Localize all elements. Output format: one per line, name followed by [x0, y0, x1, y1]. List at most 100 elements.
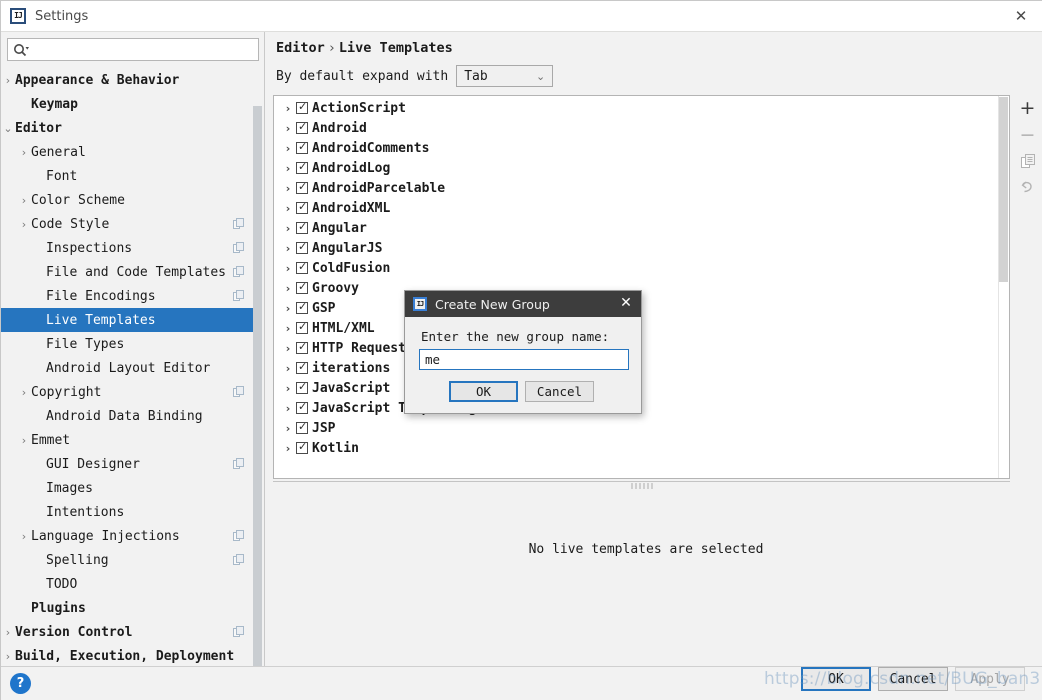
template-group-row[interactable]: ›✓ActionScript	[274, 98, 1009, 118]
sidebar-item-build-execution-deployment[interactable]: ›Build, Execution, Deployment	[1, 644, 256, 666]
sidebar-item-emmet[interactable]: ›Emmet	[1, 428, 256, 452]
group-checkbox[interactable]: ✓	[296, 322, 308, 334]
chevron-right-icon[interactable]: ›	[280, 402, 296, 415]
template-group-row[interactable]: ›✓AngularJS	[274, 238, 1009, 258]
sidebar-item-appearance-behavior[interactable]: ›Appearance & Behavior	[1, 68, 256, 92]
chevron-right-icon[interactable]: ›	[17, 146, 31, 159]
chevron-right-icon[interactable]: ›	[280, 342, 296, 355]
group-checkbox[interactable]: ✓	[296, 102, 308, 114]
sidebar-item-gui-designer[interactable]: GUI Designer	[1, 452, 256, 476]
sidebar-item-file-types[interactable]: File Types	[1, 332, 256, 356]
chevron-right-icon[interactable]: ›	[17, 530, 31, 543]
sidebar-item-images[interactable]: Images	[1, 476, 256, 500]
expand-with-select[interactable]: Tab ⌄	[456, 65, 553, 87]
add-button[interactable]: +	[1013, 95, 1042, 122]
chevron-right-icon[interactable]: ›	[280, 322, 296, 335]
template-group-row[interactable]: ›✓AndroidParcelable	[274, 178, 1009, 198]
group-name-input[interactable]	[419, 349, 629, 370]
template-group-row[interactable]: ›✓Android	[274, 118, 1009, 138]
modal-close-icon[interactable]: ✕	[617, 294, 635, 312]
sidebar-item-intentions[interactable]: Intentions	[1, 500, 256, 524]
group-checkbox[interactable]: ✓	[296, 342, 308, 354]
template-group-row[interactable]: ›✓AndroidXML	[274, 198, 1009, 218]
group-checkbox[interactable]: ✓	[296, 442, 308, 454]
sidebar-item-file-encodings[interactable]: File Encodings	[1, 284, 256, 308]
chevron-right-icon[interactable]: ›	[280, 162, 296, 175]
group-checkbox[interactable]: ✓	[296, 122, 308, 134]
sidebar-item-color-scheme[interactable]: ›Color Scheme	[1, 188, 256, 212]
sidebar-item-android-layout-editor[interactable]: Android Layout Editor	[1, 356, 256, 380]
group-checkbox[interactable]: ✓	[296, 222, 308, 234]
chevron-right-icon[interactable]: ›	[17, 434, 31, 447]
template-group-row[interactable]: ›✓JSP	[274, 418, 1009, 438]
chevron-right-icon[interactable]: ›	[280, 122, 296, 135]
chevron-right-icon[interactable]: ›	[280, 382, 296, 395]
chevron-right-icon[interactable]: ›	[280, 442, 296, 455]
chevron-right-icon[interactable]: ›	[1, 74, 15, 87]
group-checkbox[interactable]: ✓	[296, 382, 308, 394]
chevron-right-icon[interactable]: ›	[280, 362, 296, 375]
template-group-row[interactable]: ›✓AndroidLog	[274, 158, 1009, 178]
group-checkbox[interactable]: ✓	[296, 282, 308, 294]
sidebar-item-spelling[interactable]: Spelling	[1, 548, 256, 572]
chevron-right-icon[interactable]: ›	[17, 218, 31, 231]
panel-splitter[interactable]	[273, 481, 1010, 490]
chevron-right-icon[interactable]: ›	[280, 102, 296, 115]
template-group-row[interactable]: ›✓Angular	[274, 218, 1009, 238]
group-checkbox[interactable]: ✓	[296, 162, 308, 174]
template-group-row[interactable]: ›✓AndroidComments	[274, 138, 1009, 158]
list-scrollbar-track[interactable]	[998, 96, 1009, 478]
group-checkbox[interactable]: ✓	[296, 182, 308, 194]
sidebar-item-live-templates[interactable]: Live Templates	[1, 308, 256, 332]
chevron-right-icon[interactable]: ›	[17, 386, 31, 399]
chevron-right-icon[interactable]: ›	[17, 194, 31, 207]
chevron-right-icon[interactable]: ›	[280, 202, 296, 215]
sidebar-item-keymap[interactable]: Keymap	[1, 92, 256, 116]
group-checkbox[interactable]: ✓	[296, 262, 308, 274]
template-group-row[interactable]: ›✓ColdFusion	[274, 258, 1009, 278]
chevron-right-icon[interactable]: ›	[280, 222, 296, 235]
ok-button[interactable]: OK	[801, 667, 871, 691]
sidebar-item-plugins[interactable]: Plugins	[1, 596, 256, 620]
chevron-right-icon[interactable]: ›	[280, 142, 296, 155]
sidebar-item-android-data-binding[interactable]: Android Data Binding	[1, 404, 256, 428]
sidebar-item-font[interactable]: Font	[1, 164, 256, 188]
group-checkbox[interactable]: ✓	[296, 202, 308, 214]
sidebar-item-inspections[interactable]: Inspections	[1, 236, 256, 260]
chevron-down-icon[interactable]: ⌄	[1, 122, 15, 135]
search-input[interactable]	[34, 43, 258, 57]
chevron-right-icon[interactable]: ›	[280, 422, 296, 435]
modal-cancel-button[interactable]: Cancel	[525, 381, 594, 402]
sidebar-item-language-injections[interactable]: ›Language Injections	[1, 524, 256, 548]
sidebar-item-code-style[interactable]: ›Code Style	[1, 212, 256, 236]
list-scrollbar-thumb[interactable]	[999, 97, 1008, 282]
sidebar-item-version-control[interactable]: ›Version Control	[1, 620, 256, 644]
chevron-right-icon[interactable]: ›	[280, 262, 296, 275]
sidebar-item-todo[interactable]: TODO	[1, 572, 256, 596]
chevron-right-icon[interactable]: ›	[280, 282, 296, 295]
modal-ok-button[interactable]: OK	[449, 381, 518, 402]
template-group-row[interactable]: ›✓Kotlin	[274, 438, 1009, 458]
chevron-right-icon[interactable]: ›	[1, 626, 15, 639]
chevron-right-icon[interactable]: ›	[280, 182, 296, 195]
close-icon[interactable]: ✕	[999, 1, 1042, 31]
group-checkbox[interactable]: ✓	[296, 362, 308, 374]
chevron-right-icon[interactable]: ›	[1, 650, 15, 663]
chevron-right-icon[interactable]: ›	[280, 302, 296, 315]
search-box[interactable]	[7, 38, 259, 61]
group-checkbox[interactable]: ✓	[296, 302, 308, 314]
breadcrumb-root[interactable]: Editor	[276, 40, 325, 56]
group-checkbox[interactable]: ✓	[296, 402, 308, 414]
group-checkbox[interactable]: ✓	[296, 142, 308, 154]
group-checkbox[interactable]: ✓	[296, 422, 308, 434]
sidebar-scrollbar-track[interactable]	[254, 68, 263, 666]
cancel-button[interactable]: Cancel	[878, 667, 948, 691]
sidebar-item-copyright[interactable]: ›Copyright	[1, 380, 256, 404]
sidebar-item-general[interactable]: ›General	[1, 140, 256, 164]
sidebar-scrollbar-thumb[interactable]	[253, 106, 262, 686]
sidebar-item-file-and-code-templates[interactable]: File and Code Templates	[1, 260, 256, 284]
sidebar-item-editor[interactable]: ⌄Editor	[1, 116, 256, 140]
chevron-right-icon[interactable]: ›	[280, 242, 296, 255]
group-checkbox[interactable]: ✓	[296, 242, 308, 254]
help-icon[interactable]: ?	[10, 673, 31, 694]
